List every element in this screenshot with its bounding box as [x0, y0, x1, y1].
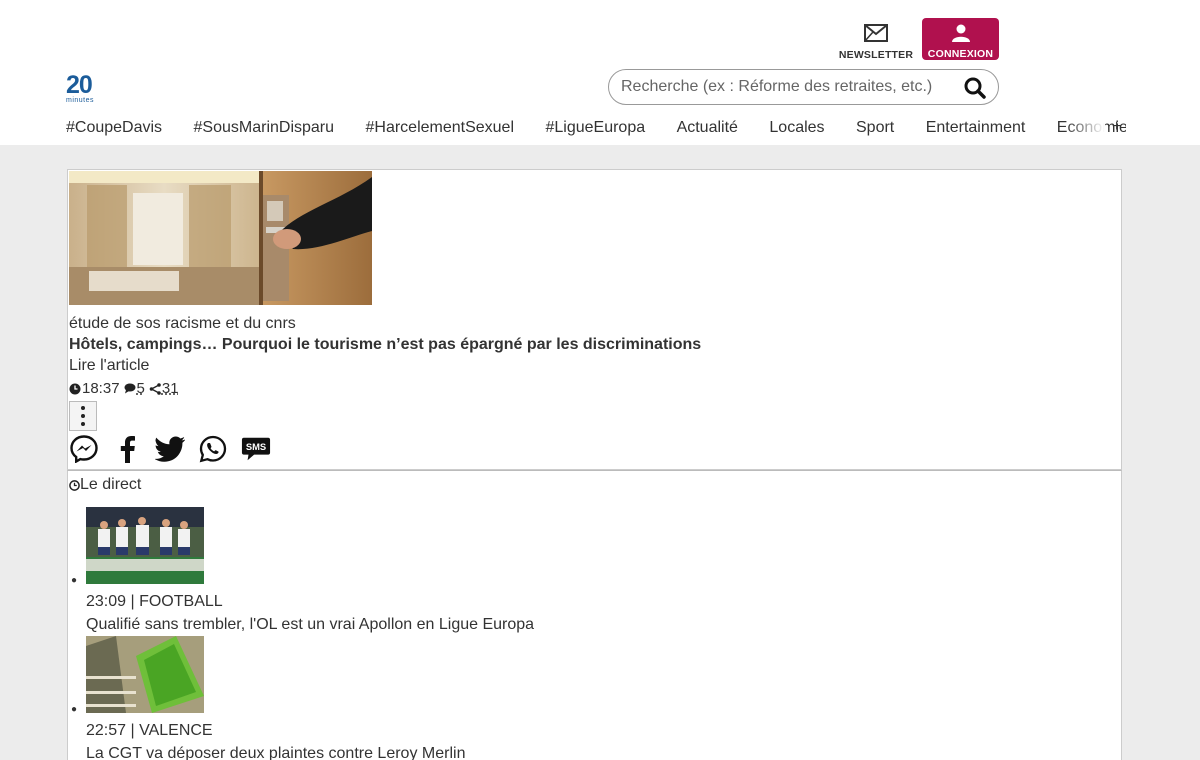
logo-number: 20 — [66, 71, 93, 99]
live-item-title[interactable]: Qualifié sans trembler, l'OL est un vrai… — [86, 616, 534, 634]
nav-item-entertainment[interactable]: Entertainment — [926, 116, 1026, 140]
newsletter-button[interactable]: NEWSLETTER — [838, 22, 914, 61]
nav-item-liguleeuropa[interactable]: #LigueEuropa — [545, 116, 645, 140]
user-icon — [951, 24, 970, 42]
nav-item-sousmarindisparu[interactable]: #SousMarinDisparu — [194, 116, 335, 140]
nav-fade — [1065, 112, 1105, 142]
nav-item-harcelementsexuel[interactable]: #HarcelementSexuel — [365, 116, 514, 140]
clock-icon — [69, 383, 81, 394]
login-label: CONNEXION — [927, 48, 994, 60]
list-bullet: ● — [71, 704, 78, 715]
live-item-meta: 22:57 | VALENCE — [86, 722, 213, 739]
main-nav: #CoupeDavis #SousMarinDisparu #Harceleme… — [66, 116, 1126, 142]
envelope-icon — [864, 24, 888, 42]
nav-item-locales[interactable]: Locales — [769, 116, 824, 140]
read-article-link[interactable]: Lire l'article — [69, 357, 149, 375]
sms-icon[interactable]: SMS — [241, 434, 271, 464]
list-item: ● 22:57 | VALENCE La CGT va déposer deux… — [68, 636, 1118, 760]
article-time: 18:37 — [82, 380, 120, 397]
whatsapp-icon[interactable] — [198, 434, 228, 464]
live-item-title[interactable]: La CGT va déposer deux plaintes contre L… — [86, 745, 465, 760]
twitter-icon[interactable] — [155, 434, 185, 464]
list-bullet: ● — [71, 575, 78, 586]
search-icon[interactable] — [964, 77, 986, 99]
live-item-thumbnail[interactable] — [86, 507, 204, 584]
nav-item-sport[interactable]: Sport — [856, 116, 894, 140]
featured-article: étude de sos racisme et du cnrs Hôtels, … — [67, 169, 1122, 470]
comment-count[interactable]: 5 — [137, 380, 145, 397]
hotel-room-illustration — [69, 171, 372, 305]
live-feed: Le direct ● 23:09 | FOOTBALL Qualifié sa… — [67, 470, 1122, 760]
login-button[interactable]: CONNEXION — [922, 18, 999, 60]
share-icon — [149, 382, 161, 395]
share-bar: SMS — [69, 434, 284, 464]
store-photo — [86, 636, 204, 713]
live-item-thumbnail[interactable] — [86, 636, 204, 713]
live-heading-label: Le direct — [80, 476, 142, 493]
article-kicker: étude de sos racisme et du cnrs — [69, 315, 296, 332]
facebook-icon[interactable] — [112, 434, 142, 464]
svg-text:SMS: SMS — [246, 442, 266, 452]
nav-item-actualite[interactable]: Actualité — [677, 116, 738, 140]
kebab-dot — [81, 414, 85, 418]
featured-article-image[interactable] — [69, 171, 372, 305]
article-meta: 18:37 5 31 — [69, 380, 183, 397]
kebab-dot — [81, 406, 85, 410]
clock-icon — [69, 479, 80, 491]
logo-sub: minutes — [66, 97, 95, 104]
comment-icon — [124, 383, 136, 394]
kebab-dot — [81, 422, 85, 426]
search-box — [608, 69, 999, 105]
newsletter-label: NEWSLETTER — [838, 49, 914, 61]
article-title[interactable]: Hôtels, campings… Pourquoi le tourisme n… — [69, 336, 701, 354]
live-heading: Le direct — [69, 476, 141, 494]
live-item-meta: 23:09 | FOOTBALL — [86, 593, 223, 610]
messenger-icon[interactable] — [69, 434, 99, 464]
nav-more-button[interactable]: + — [1112, 116, 1121, 138]
football-photo — [86, 507, 204, 584]
nav-item-coupedavis[interactable]: #CoupeDavis — [66, 116, 162, 140]
share-count[interactable]: 31 — [162, 380, 179, 397]
site-logo[interactable]: 20 minutes — [66, 73, 98, 107]
live-list: ● 23:09 | FOOTBALL Qualifié sans tremble… — [68, 507, 1118, 760]
list-item: ● 23:09 | FOOTBALL Qualifié sans tremble… — [68, 507, 1118, 636]
more-options-button[interactable] — [69, 401, 97, 431]
site-header: 20 minutes NEWSLETTER CONNEXION #CoupeDa… — [0, 0, 1200, 145]
search-input[interactable] — [621, 70, 951, 104]
